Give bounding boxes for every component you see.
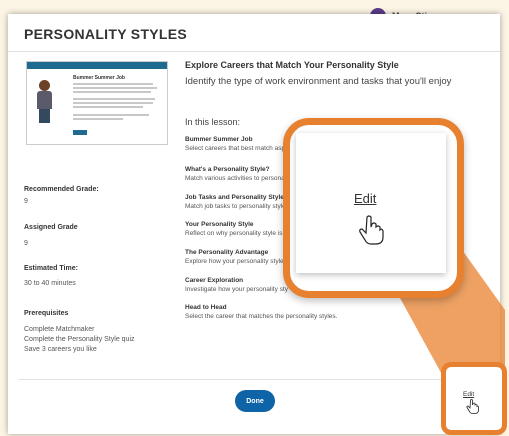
lesson-item-title: Job Tasks and Personality Style [185,194,284,201]
zoomed-edit-link[interactable]: Edit [354,191,376,206]
lesson-item-title: The Personality Advantage [185,249,269,256]
character-legs [39,109,50,123]
thumbnail-button [73,130,87,135]
prerequisite-item: Save 3 careers you like [24,346,97,353]
lesson-item-desc: Reflect on why personality style is i [185,230,286,237]
modal-header: PERSONALITY STYLES [8,14,500,52]
modal-title: PERSONALITY STYLES [24,26,188,42]
hand-cursor-icon [359,215,384,245]
thumbnail-text-line [73,87,157,89]
lesson-item-title: Head to Head [185,304,227,311]
prerequisite-item: Complete Matchmaker [24,326,95,333]
lesson-item-desc: Match various activities to personality [185,175,293,182]
lesson-subtitle: Identify the type of work environment an… [185,76,452,87]
lesson-item-desc: Match job tasks to personality style [185,203,286,210]
zoom-callout: Edit [283,118,464,298]
prerequisites-label: Prerequisites [24,310,69,317]
lesson-item-title: Your Personality Style [185,221,254,228]
estimated-time-label: Estimated Time: [24,265,78,272]
assigned-grade-value: 9 [24,240,28,247]
recommended-grade-value: 9 [24,198,28,205]
assigned-grade-label: Assigned Grade [24,224,78,231]
footer-divider [18,379,490,380]
thumbnail-text-line [73,102,153,104]
prerequisite-item: Complete the Personality Style quiz [24,336,135,343]
lesson-item-title: Bummer Summer Job [185,136,253,143]
estimated-time-value: 30 to 40 minutes [24,280,76,287]
hand-cursor-icon [466,399,479,414]
thumbnail-text-line [73,83,153,85]
zoom-panel: Edit [296,133,446,273]
character-body [37,91,52,109]
thumbnail-text-line [73,106,143,108]
thumbnail-text-line [73,91,151,93]
edit-link[interactable]: Edit [463,391,474,398]
corner-callout: Edit [441,362,507,435]
thumbnail-heading: Bummer Summer Job [73,75,125,81]
done-button[interactable]: Done [235,390,275,412]
lesson-item-title: What's a Personality Style? [185,166,270,173]
thumbnail-header-bar [27,62,167,69]
lesson-list-heading: In this lesson: [185,117,241,127]
character-head [39,80,50,91]
lesson-item-title: Career Exploration [185,277,244,284]
thumbnail-text-line [73,118,123,120]
lesson-thumbnail: Bummer Summer Job [26,61,168,145]
lesson-item-desc: Explore how your personality style [185,258,284,265]
thumbnail-text-line [73,114,149,116]
lesson-title: Explore Careers that Match Your Personal… [185,60,399,70]
recommended-grade-label: Recommended Grade: [24,186,99,193]
lesson-item-desc: Investigate how your personality sty [185,286,288,293]
thumbnail-text-line [73,98,155,100]
lesson-item-desc: Select the career that matches the perso… [185,313,338,320]
